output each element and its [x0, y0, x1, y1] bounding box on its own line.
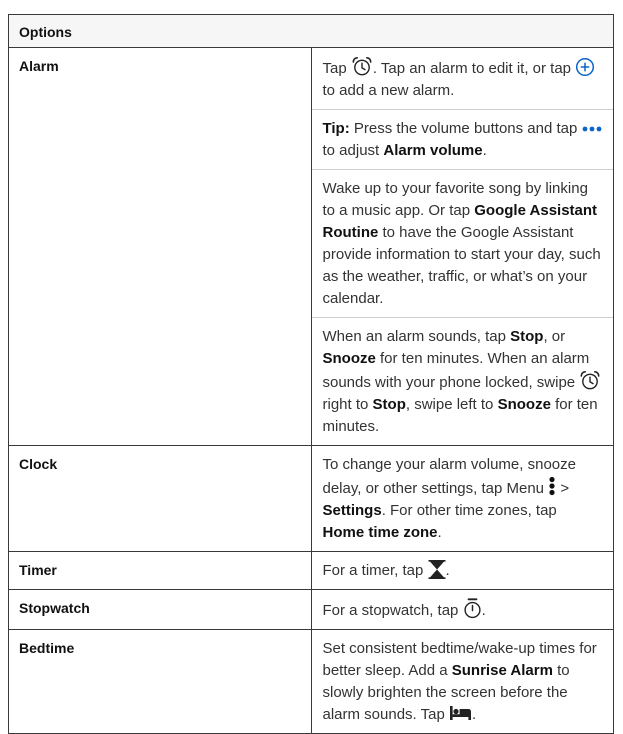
alarm-paragraph-2: Tip: Press the volume buttons and tap to… [311, 109, 613, 169]
row-desc-stopwatch: For a stopwatch, tap . [310, 589, 614, 630]
row-label-alarm: Alarm [8, 47, 312, 446]
row-desc-clock: To change your alarm volume, snooze dela… [310, 445, 614, 552]
row-label-timer: Timer [8, 551, 312, 590]
alarm-clock-icon [351, 56, 373, 77]
table-row-bedtime: Bedtime Set consistent bedtime/wake-up t… [8, 629, 614, 734]
table-row-clock: Clock To change your alarm volume, snooz… [8, 445, 614, 552]
menu-vertical-icon [548, 476, 556, 496]
hourglass-icon [428, 560, 446, 579]
alarm-paragraph-4: When an alarm sounds, tap Stop, or Snooz… [311, 317, 613, 445]
stopwatch-icon [463, 598, 482, 619]
add-circle-icon [575, 57, 595, 77]
table-row-stopwatch: Stopwatch For a stopwatch, tap . [8, 589, 614, 630]
table-header: Options [8, 14, 614, 48]
alarm-clock-icon [579, 370, 601, 391]
bed-icon [449, 705, 472, 721]
row-desc-bedtime: Set consistent bedtime/wake-up times for… [310, 629, 614, 734]
table-row-alarm: Alarm Tap . Tap an alarm to edit it, or … [8, 47, 614, 446]
alarm-paragraph-3: Wake up to your favorite song by linking… [311, 169, 613, 317]
table-row-timer: Timer For a timer, tap . [8, 551, 614, 590]
row-label-bedtime: Bedtime [8, 629, 312, 734]
row-desc-timer: For a timer, tap . [310, 551, 614, 590]
more-dots-icon [582, 126, 602, 132]
row-desc-alarm: Tap . Tap an alarm to edit it, or tap to… [310, 47, 614, 446]
table-header-row: Options [8, 14, 614, 48]
row-label-clock: Clock [8, 445, 312, 552]
alarm-paragraph-1: Tap . Tap an alarm to edit it, or tap to… [312, 48, 614, 109]
options-table: Options Alarm Tap . Tap an alarm to edit… [8, 14, 614, 734]
row-label-stopwatch: Stopwatch [8, 589, 312, 630]
